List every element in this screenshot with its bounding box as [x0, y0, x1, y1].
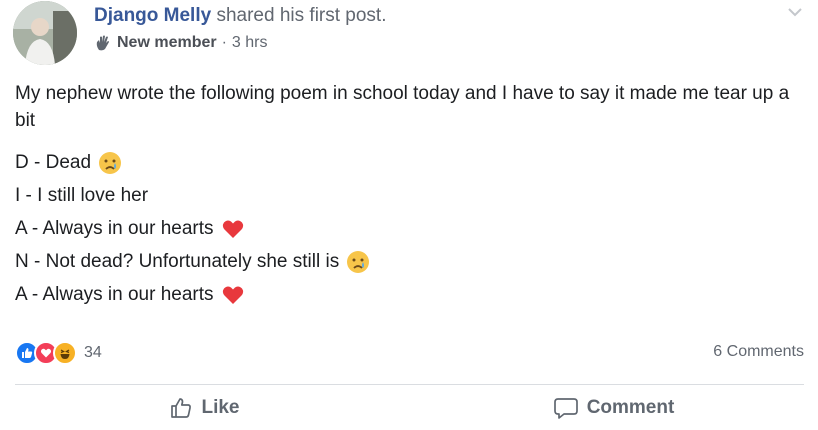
poem-line-text: A - Always in our hearts [15, 284, 214, 305]
avatar[interactable] [13, 1, 77, 65]
like-button[interactable]: Like [0, 386, 409, 430]
crying-face-icon [346, 250, 370, 274]
post-options-chevron-icon[interactable] [786, 5, 804, 17]
poem-line: D - Dead [15, 146, 795, 179]
divider [15, 384, 804, 385]
poem-line: I - I still love her [15, 179, 795, 212]
red-heart-icon [221, 217, 245, 241]
haha-reaction-icon[interactable] [53, 341, 77, 365]
poem-line-text: N - Not dead? Unfortunately she still is [15, 251, 340, 272]
post-body: My nephew wrote the following poem in sc… [15, 80, 795, 311]
reactions-summary[interactable]: 34 [15, 341, 102, 365]
poem: D - Dead I - I still love her A - Always… [15, 146, 795, 311]
like-button-label: Like [201, 397, 240, 418]
comment-button[interactable]: Comment [409, 386, 818, 430]
comment-button-label: Comment [586, 397, 675, 418]
poem-line: N - Not dead? Unfortunately she still is [15, 245, 795, 278]
post-intro-text: My nephew wrote the following poem in sc… [15, 83, 790, 131]
wave-hand-icon [94, 34, 112, 52]
meta-separator: · [221, 34, 227, 51]
post-timestamp[interactable]: 3 hrs [232, 33, 268, 53]
reaction-count[interactable]: 34 [84, 344, 102, 362]
poem-line-text: A - Always in our hearts [15, 218, 214, 239]
poem-line: A - Always in our hearts [15, 278, 795, 311]
poem-line: A - Always in our hearts [15, 212, 795, 245]
member-badge[interactable]: New member [117, 33, 217, 53]
comment-icon [553, 398, 578, 419]
poem-line-text: D - Dead [15, 152, 92, 173]
poem-line-text: I - I still love her [15, 185, 149, 206]
author-name[interactable]: Django Melly [94, 5, 211, 26]
avatar-photo [13, 1, 77, 65]
post-action-text: shared his first post. [216, 5, 387, 26]
action-bar: Like Comment [0, 386, 818, 430]
comments-count[interactable]: 6 Comments [713, 343, 804, 361]
red-heart-icon [221, 283, 245, 307]
thumbs-up-icon [171, 398, 192, 418]
crying-face-icon [98, 151, 122, 175]
